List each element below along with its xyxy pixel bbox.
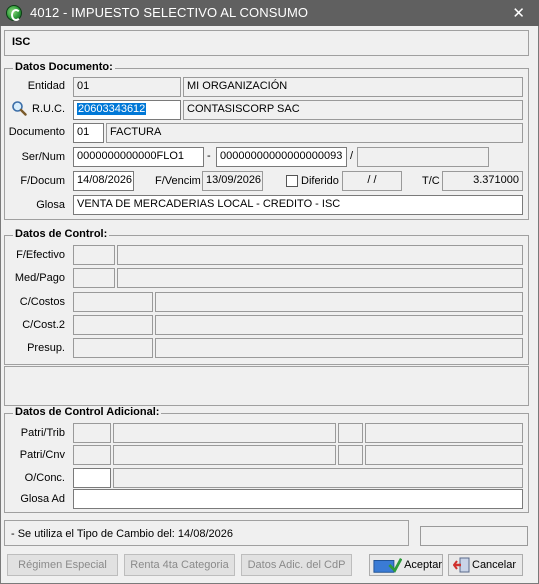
- tc-field: 3.371000: [442, 171, 523, 191]
- medpago-code-field[interactable]: [73, 268, 115, 288]
- fvencim-label: F/Vencim: [155, 175, 201, 187]
- check-icon: [373, 557, 403, 573]
- glosaad-label: Glosa Ad: [20, 493, 65, 505]
- medpago-desc-field: [117, 268, 523, 288]
- exit-door-icon: [453, 557, 470, 573]
- datos-documento-legend: Datos Documento:: [13, 61, 115, 73]
- glosa-label: Glosa: [36, 199, 65, 211]
- header-panel: ISC: [4, 30, 529, 56]
- entidad-label: Entidad: [27, 80, 65, 92]
- entidad-name-field: MI ORGANIZACIÓN: [183, 77, 523, 97]
- magnifier-icon[interactable]: [11, 100, 27, 116]
- fdocum-label: F/Docum: [20, 175, 65, 187]
- title-bar: 4012 - IMPUESTO SELECTIVO AL CONSUMO ✕: [0, 0, 539, 26]
- fefectivo-label: F/Efectivo: [16, 249, 65, 261]
- ruc-input[interactable]: 20603343612: [73, 100, 181, 120]
- regimen-especial-button[interactable]: Régimen Especial: [7, 554, 118, 576]
- patritrib-code2-field[interactable]: [338, 423, 363, 443]
- header-code: ISC: [12, 36, 31, 48]
- diferido-checkbox[interactable]: [286, 175, 298, 187]
- documento-name-field: FACTURA: [106, 123, 523, 143]
- status-panel: - Se utiliza el Tipo de Cambio del: 14/0…: [4, 520, 409, 546]
- presup-code-field[interactable]: [73, 338, 153, 358]
- tc-label: T/C: [422, 175, 440, 187]
- patritrib-label: Patri/Trib: [20, 427, 65, 439]
- documento-code-input[interactable]: 01: [73, 123, 104, 143]
- patritrib-desc-field: [113, 423, 336, 443]
- oconc-code-input[interactable]: [73, 468, 111, 488]
- ruc-input-value: 20603343612: [77, 103, 147, 115]
- patricnv-label: Patri/Cnv: [19, 449, 65, 461]
- numero-input[interactable]: 00000000000000000093: [216, 147, 347, 167]
- spacer-panel: [4, 366, 529, 406]
- ruc-name-field: CONTASISCORP SAC: [183, 100, 523, 120]
- documento-label: Documento: [8, 126, 65, 138]
- presup-label: Presup.: [27, 342, 65, 354]
- ruc-label: R.U.C.: [32, 103, 65, 115]
- cancelar-label: Cancelar: [472, 559, 517, 571]
- serie-input[interactable]: 0000000000000FLO1: [73, 147, 204, 167]
- patritrib-desc2-field: [365, 423, 523, 443]
- numero-slash: /: [350, 150, 354, 162]
- presup-desc-field: [155, 338, 523, 358]
- ccostos-label: C/Costos: [19, 296, 65, 308]
- window-title: 4012 - IMPUESTO SELECTIVO AL CONSUMO: [30, 5, 309, 20]
- entidad-code-field[interactable]: 01: [73, 77, 181, 97]
- renta-4ta-categoria-button[interactable]: Renta 4ta Categoria: [124, 554, 235, 576]
- ccost2-desc-field: [155, 315, 523, 335]
- sernum-label: Ser/Num: [21, 151, 65, 163]
- patricnv-desc-field: [113, 445, 336, 465]
- ccostos-desc-field: [155, 292, 523, 312]
- patricnv-code-field[interactable]: [73, 445, 111, 465]
- datos-control-legend: Datos de Control:: [13, 228, 110, 240]
- fefectivo-desc-field: [117, 245, 523, 265]
- aceptar-button[interactable]: Aceptar: [369, 554, 443, 576]
- status-message: - Se utiliza el Tipo de Cambio del: 14/0…: [11, 528, 233, 540]
- cancelar-button[interactable]: Cancelar: [448, 554, 523, 576]
- serie-dash: -: [207, 150, 211, 162]
- ccost2-label: C/Cost.2: [22, 319, 65, 331]
- datos-adic-cdp-button[interactable]: Datos Adic. del CdP: [241, 554, 352, 576]
- medpago-label: Med/Pago: [14, 272, 65, 284]
- ccostos-code-field[interactable]: [73, 292, 153, 312]
- ccost2-code-field[interactable]: [73, 315, 153, 335]
- app-logo-icon: [6, 5, 22, 21]
- close-icon[interactable]: ✕: [512, 4, 525, 22]
- fefectivo-code-field[interactable]: [73, 245, 115, 265]
- status-aux-field: [420, 526, 528, 546]
- datos-control-adicional-legend: Datos de Control Adicional:: [13, 406, 162, 418]
- patricnv-desc2-field: [365, 445, 523, 465]
- fdocum-input[interactable]: 14/08/2026: [73, 171, 134, 191]
- patricnv-code2-field[interactable]: [338, 445, 363, 465]
- fvencim-field: 13/09/2026: [202, 171, 263, 191]
- glosa-input[interactable]: VENTA DE MERCADERIAS LOCAL - CREDITO - I…: [73, 195, 523, 215]
- diferido-label: Diferido: [301, 175, 339, 187]
- oconc-desc-field: [113, 468, 523, 488]
- glosaad-input[interactable]: [73, 489, 523, 509]
- diferido-date-field: / /: [342, 171, 402, 191]
- oconc-label: O/Conc.: [24, 472, 65, 484]
- numero-extra-field: [357, 147, 489, 167]
- patritrib-code-field[interactable]: [73, 423, 111, 443]
- aceptar-label: Aceptar: [404, 559, 442, 571]
